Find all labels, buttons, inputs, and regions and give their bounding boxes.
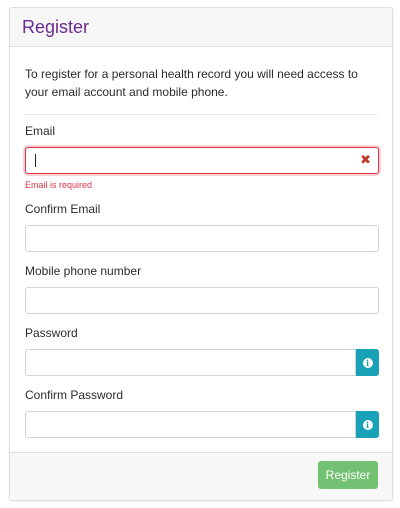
mobile-phone-field[interactable] — [25, 287, 379, 314]
email-field-wrapper: ✖ — [25, 147, 379, 174]
confirm-password-field[interactable] — [25, 411, 356, 438]
email-label: Email — [25, 124, 56, 138]
confirm-email-wrapper — [25, 225, 379, 252]
mobile-phone-wrapper — [25, 287, 379, 314]
password-field[interactable] — [25, 349, 356, 376]
card-footer: Register — [10, 452, 392, 500]
password-wrapper: i — [25, 349, 379, 376]
confirm-email-field[interactable] — [25, 225, 379, 252]
text-caret — [35, 154, 36, 167]
confirm-email-label: Confirm Email — [25, 202, 101, 216]
email-error-message: Email is required — [25, 180, 93, 190]
page-title: Register — [22, 17, 90, 37]
confirm-password-label: Confirm Password — [25, 388, 124, 402]
confirm-password-wrapper: i — [25, 411, 379, 438]
register-button[interactable]: Register — [318, 461, 378, 489]
password-info-button[interactable]: i — [356, 349, 379, 376]
card-header: Register — [10, 8, 392, 47]
confirm-password-info-button[interactable]: i — [356, 411, 379, 438]
mobile-phone-label: Mobile phone number — [25, 264, 142, 278]
password-label: Password — [25, 326, 78, 340]
info-circle-icon: i — [362, 419, 373, 430]
register-form: To register for a personal health record… — [10, 47, 392, 453]
register-card: Register To register for a personal heal… — [9, 7, 393, 501]
times-icon: ✖ — [360, 152, 371, 167]
info-circle-icon: i — [362, 357, 373, 368]
intro-text: To register for a personal health record… — [25, 47, 378, 115]
email-field[interactable] — [25, 147, 379, 174]
